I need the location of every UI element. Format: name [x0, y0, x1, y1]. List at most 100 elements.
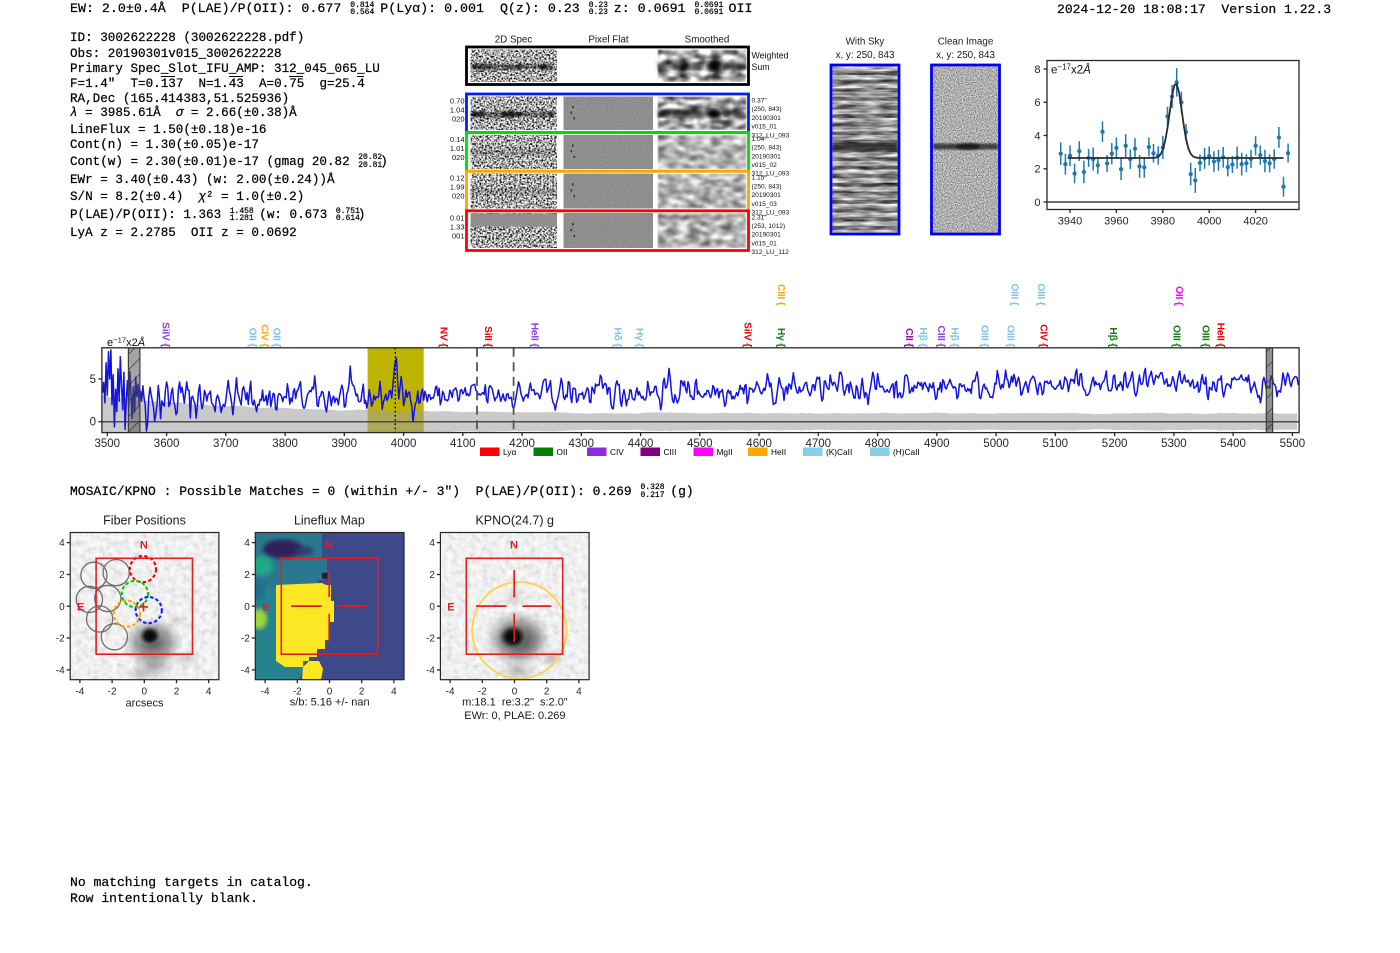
svg-text:N: N [510, 540, 518, 552]
svg-text:KPNO(24.7) g: KPNO(24.7) g [475, 514, 554, 528]
svg-text:001: 001 [452, 231, 465, 240]
svg-text:HeII {: HeII { [528, 323, 539, 348]
svg-text:v015_01: v015_01 [752, 124, 778, 131]
svg-text:3900: 3900 [332, 438, 358, 450]
svg-text:Pixel Flat: Pixel Flat [588, 35, 629, 46]
svg-text:4100: 4100 [450, 438, 476, 450]
svg-text:v015_02: v015_02 [752, 162, 778, 169]
svg-text:MgII: MgII [717, 447, 733, 457]
svg-text:HeII {: HeII { [1214, 323, 1225, 348]
svg-text:020: 020 [452, 192, 465, 201]
svg-text:0: 0 [429, 602, 435, 613]
svg-text:-4: -4 [261, 687, 270, 698]
svg-text:CIV {: CIV { [258, 324, 269, 347]
svg-text:e−17x2Å: e−17x2Å [1051, 63, 1091, 77]
svg-text:v015_03: v015_03 [752, 201, 778, 208]
svg-text:OII {: OII { [270, 328, 281, 348]
svg-text:-2: -2 [108, 687, 117, 698]
svg-text:OIII {: OIII { [978, 325, 989, 347]
svg-text:Weighted: Weighted [752, 51, 789, 61]
svg-text:5000: 5000 [983, 438, 1009, 450]
svg-text:Hδ {: Hδ { [612, 327, 623, 347]
svg-text:4: 4 [244, 538, 250, 549]
svg-text:CIII {: CIII { [935, 326, 946, 348]
svg-text:CIII {: CIII { [775, 284, 786, 306]
svg-text:(253, 1012): (253, 1012) [752, 223, 786, 230]
svg-text:HeII: HeII [771, 447, 786, 457]
svg-text:SiIV {: SiIV { [741, 322, 752, 347]
svg-text:1.04": 1.04" [752, 136, 768, 143]
svg-text:(250, 843): (250, 843) [752, 183, 782, 190]
svg-text:4: 4 [206, 687, 212, 698]
svg-text:5: 5 [90, 374, 96, 386]
svg-text:-2: -2 [56, 634, 65, 645]
svg-text:6: 6 [1034, 97, 1040, 109]
svg-text:1.01: 1.01 [450, 144, 465, 153]
svg-text:e−17x2Å: e−17x2Å [107, 335, 145, 349]
svg-text:E: E [447, 601, 454, 613]
svg-text:(250, 843): (250, 843) [752, 145, 782, 152]
svg-text:20190301: 20190301 [752, 192, 782, 199]
svg-text:0: 0 [59, 602, 65, 613]
svg-text:0: 0 [142, 687, 148, 698]
svg-text:Lineflux Map: Lineflux Map [294, 514, 365, 528]
svg-text:2: 2 [244, 570, 250, 581]
svg-text:OIII {: OIII { [1005, 325, 1016, 347]
svg-text:-4: -4 [75, 687, 84, 698]
svg-text:5200: 5200 [1102, 438, 1128, 450]
svg-text:OIII {: OIII { [1008, 283, 1019, 305]
svg-text:CII {: CII { [903, 328, 914, 347]
svg-text:-4: -4 [56, 666, 65, 677]
svg-text:v015_01: v015_01 [752, 240, 778, 247]
svg-text:Lyα: Lyα [503, 447, 516, 457]
svg-text:SiIV {: SiIV { [159, 322, 170, 347]
svg-text:m:18.1 re:3.2" s:2.0": m:18.1 re:3.2" s:2.0" [462, 697, 568, 709]
svg-text:2D Spec: 2D Spec [495, 35, 533, 46]
svg-text:(250, 843): (250, 843) [752, 106, 782, 113]
svg-text:2: 2 [429, 570, 435, 581]
svg-text:-4: -4 [426, 666, 435, 677]
svg-text:8: 8 [1034, 64, 1040, 76]
svg-text:2: 2 [174, 687, 180, 698]
svg-text:OII: OII [557, 447, 568, 457]
svg-text:(K)CaII: (K)CaII [826, 447, 852, 457]
svg-text:0.12: 0.12 [450, 174, 465, 183]
svg-text:Hβ {: Hβ { [917, 327, 928, 347]
svg-text:OIII {: OIII { [1199, 325, 1210, 347]
svg-text:312_LU_112: 312_LU_112 [752, 249, 790, 256]
svg-text:(H)CaII: (H)CaII [893, 447, 920, 457]
svg-text:-2: -2 [426, 634, 435, 645]
svg-text:Clean Image: Clean Image [938, 37, 994, 48]
svg-text:Hγ {: Hγ { [775, 328, 786, 347]
svg-text:SiII {: SiII { [482, 326, 493, 347]
svg-text:OIII {: OIII { [1170, 325, 1181, 347]
svg-text:CIII: CIII [664, 447, 677, 457]
svg-text:-4: -4 [446, 687, 455, 698]
svg-text:3800: 3800 [272, 438, 298, 450]
svg-text:OIII {: OIII { [1035, 283, 1046, 305]
svg-text:0: 0 [244, 602, 250, 613]
svg-text:CIV: CIV [610, 447, 624, 457]
svg-text:Sum: Sum [752, 62, 770, 72]
svg-text:20190301: 20190301 [752, 153, 782, 160]
svg-text:N: N [140, 540, 148, 552]
svg-text:20190301: 20190301 [752, 115, 782, 122]
svg-text:4: 4 [59, 538, 65, 549]
svg-text:2: 2 [1034, 164, 1040, 176]
svg-text:arcsecs: arcsecs [126, 698, 164, 710]
svg-text:4000: 4000 [391, 438, 417, 450]
svg-text:Hβ {: Hβ { [1107, 327, 1118, 347]
svg-text:Hγ {: Hγ { [634, 328, 645, 347]
svg-text:3940: 3940 [1058, 216, 1082, 228]
svg-text:20190301: 20190301 [752, 232, 782, 239]
svg-text:5300: 5300 [1161, 438, 1187, 450]
svg-text:Hβ {: Hβ { [948, 327, 959, 347]
svg-text:4900: 4900 [924, 438, 950, 450]
svg-text:4000: 4000 [1197, 216, 1221, 228]
svg-text:1.04: 1.04 [450, 106, 465, 115]
svg-text:020: 020 [452, 153, 465, 162]
svg-text:3960: 3960 [1104, 216, 1128, 228]
svg-text:x, y: 250, 843: x, y: 250, 843 [836, 50, 895, 61]
svg-text:3600: 3600 [154, 438, 180, 450]
svg-text:CIV {: CIV { [1038, 324, 1049, 347]
